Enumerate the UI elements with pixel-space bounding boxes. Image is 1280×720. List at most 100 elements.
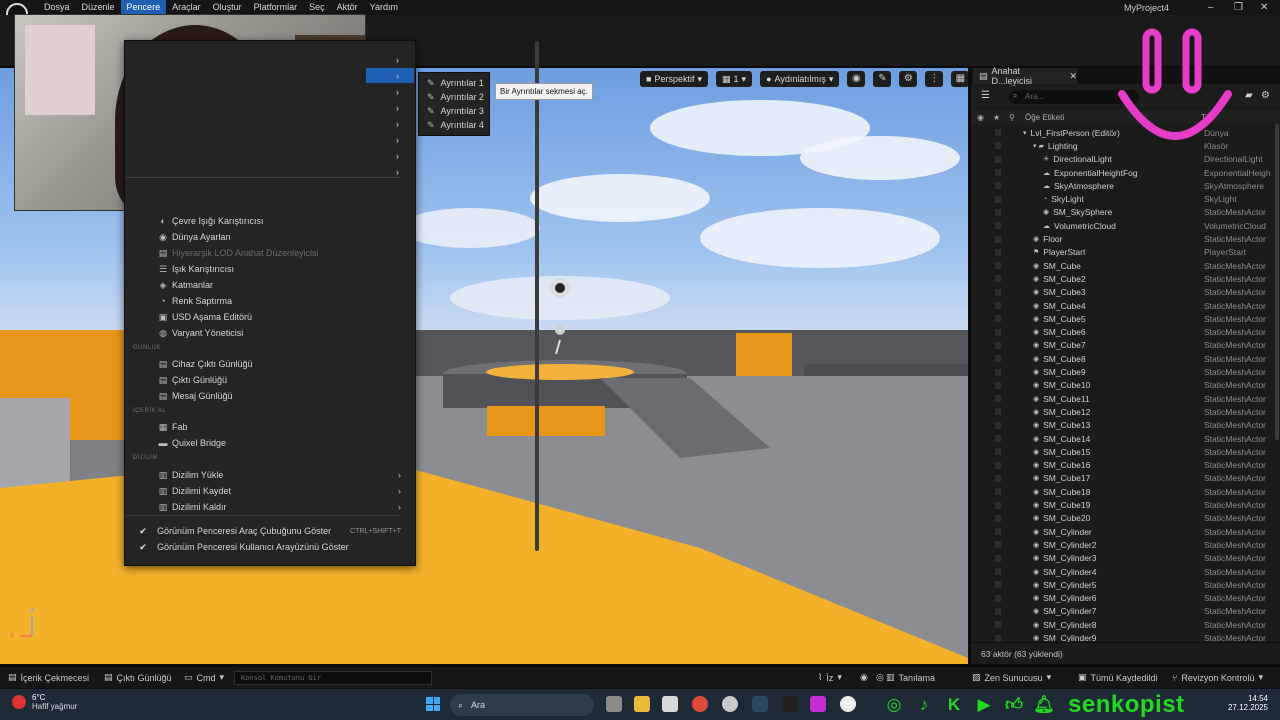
menu-7[interactable]: Aktör — [331, 0, 364, 15]
visibility-icon[interactable] — [995, 368, 1001, 376]
output-log-button[interactable]: ▤ Çıktı Günlüğü — [104, 672, 172, 683]
unreal-taskbar-icon[interactable] — [840, 696, 856, 712]
outliner-row[interactable]: ◉ SM_Cube StaticMeshActor — [971, 259, 1273, 272]
outliner-row[interactable]: ◉ SM_Cylinder StaticMeshActor — [971, 525, 1273, 538]
outliner-row[interactable]: ◉ SM_Cube4 StaticMeshActor — [971, 299, 1273, 312]
outliner-row[interactable]: ◉ SM_Cube11 StaticMeshActor — [971, 392, 1273, 405]
revision-control-button[interactable]: ⑂ Revizyon Kontrolü ▾ — [1172, 672, 1263, 683]
viewport-settings-icon[interactable]: ⚙ — [899, 71, 918, 87]
visibility-icon[interactable] — [995, 235, 1001, 243]
menu-item[interactable]: ▥ Dizilim Yükle › — [125, 467, 415, 483]
file-explorer-icon[interactable] — [634, 696, 650, 712]
zen-server-button[interactable]: ▨ Zen Sunucusu ▾ — [972, 672, 1051, 683]
visibility-icon[interactable]: ◉ — [977, 113, 984, 122]
visibility-icon[interactable] — [995, 554, 1001, 562]
outliner-row[interactable]: ◉ SM_Cube5 StaticMeshActor — [971, 312, 1273, 325]
outliner-row[interactable]: ◉ SM_Cylinder2 StaticMeshActor — [971, 538, 1273, 551]
details-tab-item[interactable]: ✎ Ayrıntılar 2 — [419, 90, 489, 104]
outliner-row[interactable]: ◉ SM_Cube12 StaticMeshActor — [971, 405, 1273, 418]
menu-item[interactable]: ◉ Dünya Ayarları — [125, 229, 415, 245]
visibility-icon[interactable] — [995, 129, 1001, 137]
filter-icon[interactable]: ☰ — [981, 90, 990, 101]
outliner-row[interactable]: ◉ SM_Cube14 StaticMeshActor — [971, 432, 1273, 445]
outliner-row[interactable]: ☁ VolumetricCloud VolumetricCloud — [971, 219, 1273, 232]
weather-widget[interactable]: 6°C Hafif yağmur — [12, 693, 77, 711]
minimize-icon[interactable]: – — [1208, 2, 1214, 13]
star-icon[interactable]: ★ — [993, 113, 1000, 122]
details-menu-item-highlight[interactable] — [366, 68, 414, 83]
perspective-dropdown[interactable]: ■ Perspektif ▾ — [640, 71, 708, 87]
pin-icon[interactable]: ⚲ — [1009, 113, 1015, 122]
outliner-row[interactable]: ◉ SM_Cube15 StaticMeshActor — [971, 445, 1273, 458]
visibility-icon[interactable] — [995, 341, 1001, 349]
visibility-icon[interactable] — [995, 355, 1001, 363]
outliner-row[interactable]: ◉ SM_Cube8 StaticMeshActor — [971, 352, 1273, 365]
menu-4[interactable]: Oluştur — [207, 0, 248, 15]
menu-5[interactable]: Platformlar — [248, 0, 304, 15]
start-icon[interactable] — [426, 697, 440, 711]
menu-item[interactable]: ▥ Dizilimi Kaydet › — [125, 483, 415, 499]
menu-item[interactable]: ✔ Görünüm Penceresi Kullanıcı Arayüzünü G… — [125, 539, 415, 555]
menu-item[interactable]: ◐ Çevre Işığı Karıştırıcısı — [125, 213, 415, 229]
transform-tools-icon[interactable]: ✎ — [873, 71, 892, 87]
visibility-icon[interactable] — [995, 208, 1001, 216]
menu-item[interactable]: ◈ Katmanlar — [125, 277, 415, 293]
menu-item[interactable]: ▦ Fab — [125, 419, 415, 435]
system-clock[interactable]: 14:54 27.12.2025 — [1226, 694, 1268, 712]
outliner-row[interactable]: ◉ SM_Cube3 StaticMeshActor — [971, 286, 1273, 299]
visibility-icon[interactable] — [995, 142, 1001, 150]
record-icon[interactable]: ◉ — [860, 672, 868, 683]
camera-speed-dropdown[interactable]: ▦ 1 ▾ — [716, 71, 753, 87]
visibility-icon[interactable] — [995, 461, 1001, 469]
outliner-row[interactable]: ◉ SM_Cube13 StaticMeshActor — [971, 419, 1273, 432]
visibility-icon[interactable] — [995, 581, 1001, 589]
visibility-icon[interactable] — [995, 248, 1001, 256]
content-drawer-button[interactable]: ▤ İçerik Çekmecesi — [8, 672, 89, 683]
visibility-icon[interactable] — [995, 182, 1001, 190]
visibility-icon[interactable] — [995, 421, 1001, 429]
visibility-icon[interactable] — [995, 302, 1001, 310]
chrome-icon[interactable] — [692, 696, 708, 712]
restore-icon[interactable]: ❐ — [1234, 2, 1243, 13]
outliner-row[interactable]: ◉ SM_Cube10 StaticMeshActor — [971, 379, 1273, 392]
outliner-row[interactable]: ☁ ExponentialHeightFog ExponentialHeigh — [971, 166, 1273, 179]
outliner-scrollbar[interactable] — [1275, 124, 1279, 440]
task-view-icon[interactable] — [606, 696, 622, 712]
visibility-icon[interactable] — [995, 448, 1001, 456]
visibility-icon[interactable] — [995, 408, 1001, 416]
visibility-icon[interactable] — [995, 541, 1001, 549]
more-options-icon[interactable]: ⋮ — [925, 71, 944, 87]
close-icon[interactable]: ✕ — [1069, 71, 1077, 82]
outliner-row[interactable]: ◉ SM_Cylinder7 StaticMeshActor — [971, 605, 1273, 618]
tab-outliner[interactable]: ▤ Anahat D...leyicisi ✕ — [973, 66, 1077, 86]
menu-1[interactable]: Düzenle — [76, 0, 121, 15]
visibility-icon[interactable] — [995, 222, 1001, 230]
menu-item[interactable]: ▤ Mesaj Günlüğü — [125, 388, 415, 404]
outliner-row[interactable]: ◔ SkyLight SkyLight — [971, 193, 1273, 206]
visibility-icon[interactable] — [995, 328, 1001, 336]
details-tab-item[interactable]: ✎ Ayrıntılar 1 — [419, 76, 489, 90]
menu-scrollbar[interactable] — [535, 41, 539, 551]
menu-item[interactable]: ✔ Görünüm Penceresi Araç Çubuğunu Göster C… — [125, 523, 415, 539]
menu-item[interactable]: ◔ Renk Saptırma — [125, 293, 415, 309]
app-icon[interactable] — [722, 696, 738, 712]
outliner-row[interactable]: ☁ SkyAtmosphere SkyAtmosphere — [971, 179, 1273, 192]
visibility-icon[interactable] — [995, 568, 1001, 576]
menu-0[interactable]: Dosya — [38, 0, 76, 15]
visibility-icon[interactable] — [995, 528, 1001, 536]
outliner-row[interactable]: ◉ SM_Cube2 StaticMeshActor — [971, 272, 1273, 285]
steam-icon[interactable] — [752, 696, 768, 712]
epic-games-icon[interactable] — [782, 696, 798, 712]
visibility-icon[interactable] — [995, 514, 1001, 522]
column-label[interactable]: Öğe Etiketi — [1025, 113, 1064, 122]
visibility-icon[interactable] — [995, 155, 1001, 163]
outliner-row[interactable]: ◉ SM_Cube17 StaticMeshActor — [971, 472, 1273, 485]
visibility-icon[interactable] — [995, 621, 1001, 629]
menu-item[interactable]: ▬ Quixel Bridge — [125, 435, 415, 451]
menu-item[interactable]: ▥ Dizilimi Kaldır › — [125, 499, 415, 515]
visibility-icon[interactable] — [995, 474, 1001, 482]
outliner-row[interactable]: ◉ SM_Cube20 StaticMeshActor — [971, 512, 1273, 525]
menu-3[interactable]: Araçlar — [166, 0, 207, 15]
menu-6[interactable]: Seç — [303, 0, 331, 15]
visibility-icon[interactable] — [995, 169, 1001, 177]
